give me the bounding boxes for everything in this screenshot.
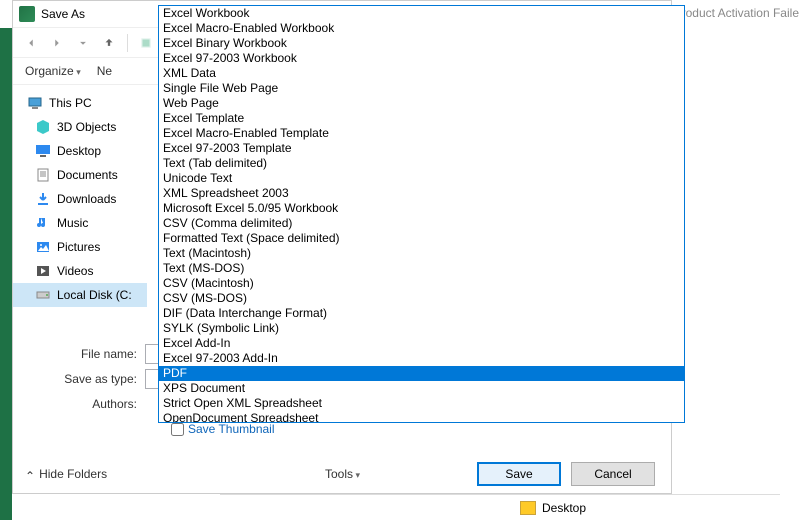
type-label: Save as type: <box>25 372 137 386</box>
excel-icon <box>19 6 35 22</box>
nav-label: Videos <box>57 264 93 278</box>
sidebar-item-downloads[interactable]: Downloads <box>13 187 147 211</box>
refresh-icon[interactable] <box>136 33 156 53</box>
filetype-option[interactable]: Text (Tab delimited) <box>159 156 684 171</box>
filetype-option[interactable]: Text (Macintosh) <box>159 246 684 261</box>
sidebar-item-disk[interactable]: Local Disk (C: <box>13 283 147 307</box>
filetype-option[interactable]: Excel Template <box>159 111 684 126</box>
nav-label: This PC <box>49 96 92 110</box>
dialog-title: Save As <box>41 7 85 21</box>
nav-this-pc[interactable]: This PC <box>13 91 147 115</box>
save-thumbnail-checkbox[interactable]: Save Thumbnail <box>171 422 659 436</box>
filetype-option[interactable]: Excel 97-2003 Template <box>159 141 684 156</box>
save-as-type-dropdown[interactable]: Excel WorkbookExcel Macro-Enabled Workbo… <box>158 5 685 423</box>
documents-icon <box>35 167 51 183</box>
forward-icon[interactable] <box>47 33 67 53</box>
sidebar-item-pictures[interactable]: Pictures <box>13 235 147 259</box>
filetype-option[interactable]: Text (MS-DOS) <box>159 261 684 276</box>
filetype-option[interactable]: CSV (Comma delimited) <box>159 216 684 231</box>
filetype-option[interactable]: Formatted Text (Space delimited) <box>159 231 684 246</box>
filetype-option[interactable]: CSV (Macintosh) <box>159 276 684 291</box>
disk-icon <box>35 287 51 303</box>
filetype-option[interactable]: XML Data <box>159 66 684 81</box>
thumbnail-label: Save Thumbnail <box>188 422 275 436</box>
nav-label: 3D Objects <box>57 120 116 134</box>
thumbnail-check[interactable] <box>171 423 184 436</box>
filetype-option[interactable]: XPS Document <box>159 381 684 396</box>
nav-label: Documents <box>57 168 118 182</box>
filetype-option[interactable]: Excel 97-2003 Add-In <box>159 351 684 366</box>
filetype-option[interactable]: CSV (MS-DOS) <box>159 291 684 306</box>
nav-label: Music <box>57 216 88 230</box>
save-button[interactable]: Save <box>477 462 561 486</box>
sidebar-item-music[interactable]: Music <box>13 211 147 235</box>
cancel-button[interactable]: Cancel <box>571 462 655 486</box>
videos-icon <box>35 263 51 279</box>
nav-label: Downloads <box>57 192 116 206</box>
filetype-option[interactable]: Excel Macro-Enabled Workbook <box>159 21 684 36</box>
organize-button[interactable]: Organize <box>25 64 81 78</box>
button-row: Tools Save Cancel <box>25 462 659 486</box>
hide-folders-button[interactable]: Hide Folders <box>25 467 107 481</box>
nav-label: Pictures <box>57 240 100 254</box>
navigation-pane: This PC 3D Objects Desktop Documents Downlo… <box>13 85 147 333</box>
folder-icon <box>520 501 536 515</box>
pictures-icon <box>35 239 51 255</box>
sidebar-item-documents[interactable]: Documents <box>13 163 147 187</box>
filetype-option[interactable]: Excel Macro-Enabled Template <box>159 126 684 141</box>
filetype-option[interactable]: PDF <box>159 366 684 381</box>
filetype-option[interactable]: XML Spreadsheet 2003 <box>159 186 684 201</box>
filename-label: File name: <box>25 347 137 361</box>
desktop-icon <box>35 143 51 159</box>
music-icon <box>35 215 51 231</box>
activation-notice: Product Activation Faile <box>674 6 799 20</box>
sidebar-item-cube[interactable]: 3D Objects <box>13 115 147 139</box>
new-folder-button[interactable]: Ne <box>97 64 112 78</box>
filetype-option[interactable]: OpenDocument Spreadsheet <box>159 411 684 423</box>
filetype-option[interactable]: Excel Binary Workbook <box>159 36 684 51</box>
explorer-content-glimpse: Desktop <box>220 494 780 520</box>
save-as-dialog: Save As Organize Ne This PC 3D Objects De… <box>12 0 672 494</box>
filetype-option[interactable]: Excel 97-2003 Workbook <box>159 51 684 66</box>
authors-label: Authors: <box>25 397 137 411</box>
filetype-option[interactable]: Unicode Text <box>159 171 684 186</box>
cube-icon <box>35 119 51 135</box>
nav-label: Desktop <box>57 144 101 158</box>
filetype-option[interactable]: Strict Open XML Spreadsheet <box>159 396 684 411</box>
filetype-option[interactable]: Single File Web Page <box>159 81 684 96</box>
filetype-option[interactable]: Microsoft Excel 5.0/95 Workbook <box>159 201 684 216</box>
excel-background-strip <box>0 28 12 520</box>
sidebar-item-videos[interactable]: Videos <box>13 259 147 283</box>
nav-label: Local Disk (C: <box>57 288 132 302</box>
desktop-folder-label: Desktop <box>542 501 586 515</box>
back-icon[interactable] <box>21 33 41 53</box>
thumbnail-row: Save Thumbnail <box>25 422 659 436</box>
up-icon[interactable] <box>99 33 119 53</box>
downloads-icon <box>35 191 51 207</box>
recent-icon[interactable] <box>73 33 93 53</box>
sidebar-item-desktop[interactable]: Desktop <box>13 139 147 163</box>
filetype-option[interactable]: Excel Add-In <box>159 336 684 351</box>
separator <box>127 34 128 52</box>
pc-icon <box>27 95 43 111</box>
filetype-option[interactable]: Web Page <box>159 96 684 111</box>
filetype-option[interactable]: SYLK (Symbolic Link) <box>159 321 684 336</box>
filetype-option[interactable]: Excel Workbook <box>159 6 684 21</box>
filetype-option[interactable]: DIF (Data Interchange Format) <box>159 306 684 321</box>
tools-button[interactable]: Tools <box>325 467 360 481</box>
